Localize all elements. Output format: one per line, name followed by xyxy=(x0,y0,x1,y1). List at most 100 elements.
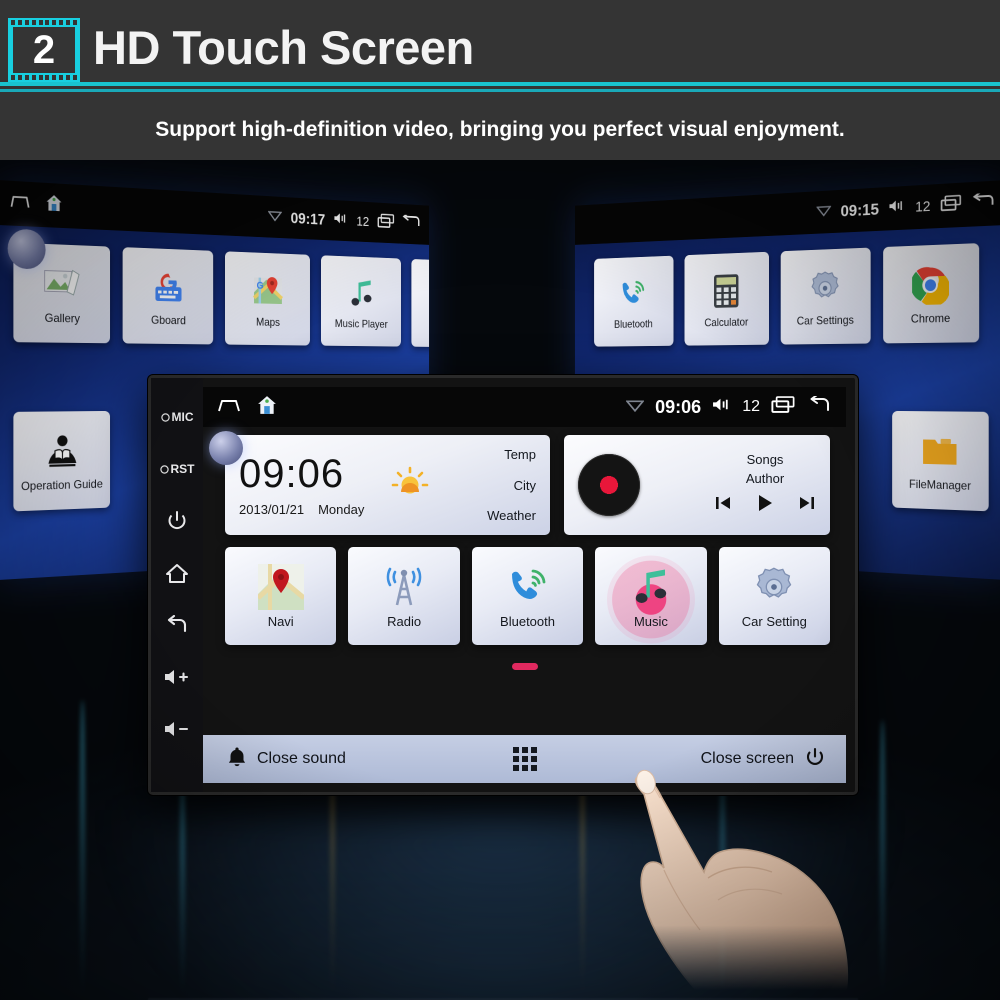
close-sound-button[interactable]: Close sound xyxy=(227,746,346,773)
phone-signal-icon xyxy=(617,273,651,313)
accent-divider-bottom xyxy=(0,89,1000,92)
home-icon[interactable] xyxy=(46,194,63,218)
app-tile-car-setting[interactable]: Car Setting xyxy=(718,547,831,645)
app-tile-radio[interactable]: Radio xyxy=(348,547,460,645)
reset-button[interactable]: RST xyxy=(151,443,203,495)
home-outline-icon[interactable] xyxy=(10,193,31,215)
gear-icon xyxy=(751,564,797,610)
back-icon[interactable] xyxy=(402,215,420,234)
status-bar-left: 09:17 12 xyxy=(0,180,430,245)
recents-icon[interactable] xyxy=(941,195,962,217)
unit-volume-knob[interactable] xyxy=(209,431,243,465)
volume-down-button[interactable] xyxy=(151,703,203,755)
app-label: Chrome xyxy=(910,310,951,326)
status-volume-right: 12 xyxy=(915,198,931,216)
chrome-icon xyxy=(910,262,951,306)
weather-field-city: City xyxy=(513,477,536,493)
app-tile-file-manager[interactable]: FileManager xyxy=(892,410,989,512)
vinyl-record-icon xyxy=(577,454,640,516)
close-screen-button[interactable]: Close screen xyxy=(701,746,826,773)
app-tile-chrome[interactable]: Chrome xyxy=(883,243,980,344)
volume-icon[interactable] xyxy=(334,212,348,230)
unit-app-row: Navi Radio Bluetooth Music Car Setting xyxy=(225,547,831,645)
volume-icon[interactable] xyxy=(712,397,731,417)
app-tile-navi[interactable]: Navi xyxy=(411,258,430,348)
app-tile-maps[interactable]: G Maps xyxy=(224,251,310,346)
map-pin-icon xyxy=(257,563,304,610)
calculator-icon xyxy=(708,270,744,311)
unit-touch-screen[interactable]: 09:06 12 09:06 2013/01/21 Monday Temp Ci… xyxy=(203,387,846,783)
section-number-badge: 2 xyxy=(8,18,80,82)
wifi-icon xyxy=(268,208,282,225)
film-strip-bottom xyxy=(8,73,80,82)
app-tile-car-settings[interactable]: Car Settings xyxy=(780,247,871,345)
app-tile-music-player[interactable]: Music Player xyxy=(321,255,401,347)
reading-person-icon xyxy=(42,429,83,473)
app-label: Car Settings xyxy=(796,312,854,328)
app-label: Bluetooth xyxy=(500,613,555,629)
app-label: Car Setting xyxy=(741,613,807,629)
back-icon[interactable] xyxy=(806,393,832,419)
play-icon[interactable] xyxy=(756,493,774,518)
volume-up-button[interactable] xyxy=(151,651,203,703)
app-drawer-button[interactable] xyxy=(512,747,537,771)
rst-label: RST xyxy=(170,462,195,476)
home-outline-icon[interactable] xyxy=(217,397,241,418)
gboard-icon xyxy=(149,266,187,309)
home-button[interactable] xyxy=(151,547,203,599)
app-row-right-1: Bluetooth Calculator Car Settings Chrome xyxy=(594,242,996,347)
music-note-icon xyxy=(628,564,674,610)
clock-date: 2013/01/21 xyxy=(239,501,305,517)
page-indicator[interactable] xyxy=(511,663,538,670)
recents-icon[interactable] xyxy=(378,213,395,232)
gear-icon xyxy=(806,266,844,309)
film-side-right xyxy=(75,27,80,73)
music-note-icon xyxy=(345,273,379,313)
app-label: Gboard xyxy=(151,312,186,327)
home-icon[interactable] xyxy=(257,395,277,420)
power-button[interactable] xyxy=(151,495,203,547)
app-tile-bluetooth[interactable]: Bluetooth xyxy=(594,255,674,347)
volume-down-icon xyxy=(165,722,189,736)
app-label: Music xyxy=(633,613,668,629)
home-icon xyxy=(166,564,188,583)
recents-icon[interactable] xyxy=(771,396,795,418)
app-grid-icon xyxy=(512,747,537,771)
clock-time: 09:06 xyxy=(239,451,345,496)
app-label: Maps xyxy=(256,314,280,329)
sun-icon xyxy=(390,466,430,505)
badge-number-text: 2 xyxy=(32,28,56,72)
light-streak xyxy=(880,720,885,1000)
power-icon xyxy=(168,511,186,530)
film-strip-top xyxy=(8,18,80,27)
product-photo-stage: 09:17 12 Gallery Gboard G Maps Music Pla… xyxy=(0,160,1000,1000)
app-tile-music[interactable]: Music xyxy=(595,547,707,645)
app-label: Music Player xyxy=(334,316,388,331)
clock-weather-widget[interactable]: 09:06 2013/01/21 Monday Temp City Weathe… xyxy=(225,435,550,535)
app-row-right-2: FileManager xyxy=(892,410,989,512)
music-song-label: Songs xyxy=(746,452,784,467)
widget-row: 09:06 2013/01/21 Monday Temp City Weathe… xyxy=(225,435,830,535)
gallery-icon xyxy=(42,262,83,306)
mic-label: MIC xyxy=(171,410,194,424)
app-tile-calculator[interactable]: Calculator xyxy=(684,251,769,346)
status-bar-right: 09:15 12 xyxy=(574,180,1000,245)
reset-indicator-icon xyxy=(159,464,169,474)
app-tile-navi[interactable]: Navi xyxy=(225,547,337,645)
page-title: HD Touch Screen xyxy=(93,21,474,74)
floor-glow xyxy=(100,810,900,1000)
app-tile-bluetooth[interactable]: Bluetooth xyxy=(471,547,584,645)
back-icon[interactable] xyxy=(972,193,995,215)
volume-knob-left[interactable] xyxy=(7,228,46,270)
back-button[interactable] xyxy=(151,599,203,651)
music-player-widget[interactable]: Songs Author xyxy=(563,435,830,535)
maps-icon: G xyxy=(250,269,286,311)
prev-icon[interactable] xyxy=(714,494,732,517)
app-tile-operation-guide[interactable]: Operation Guide xyxy=(13,410,111,512)
next-icon[interactable] xyxy=(798,494,816,517)
app-tile-gboard[interactable]: Gboard xyxy=(122,247,214,345)
close-screen-label: Close screen xyxy=(700,750,794,767)
svg-text:G: G xyxy=(257,280,264,291)
volume-icon[interactable] xyxy=(889,199,905,218)
app-label: Gallery xyxy=(44,310,80,325)
